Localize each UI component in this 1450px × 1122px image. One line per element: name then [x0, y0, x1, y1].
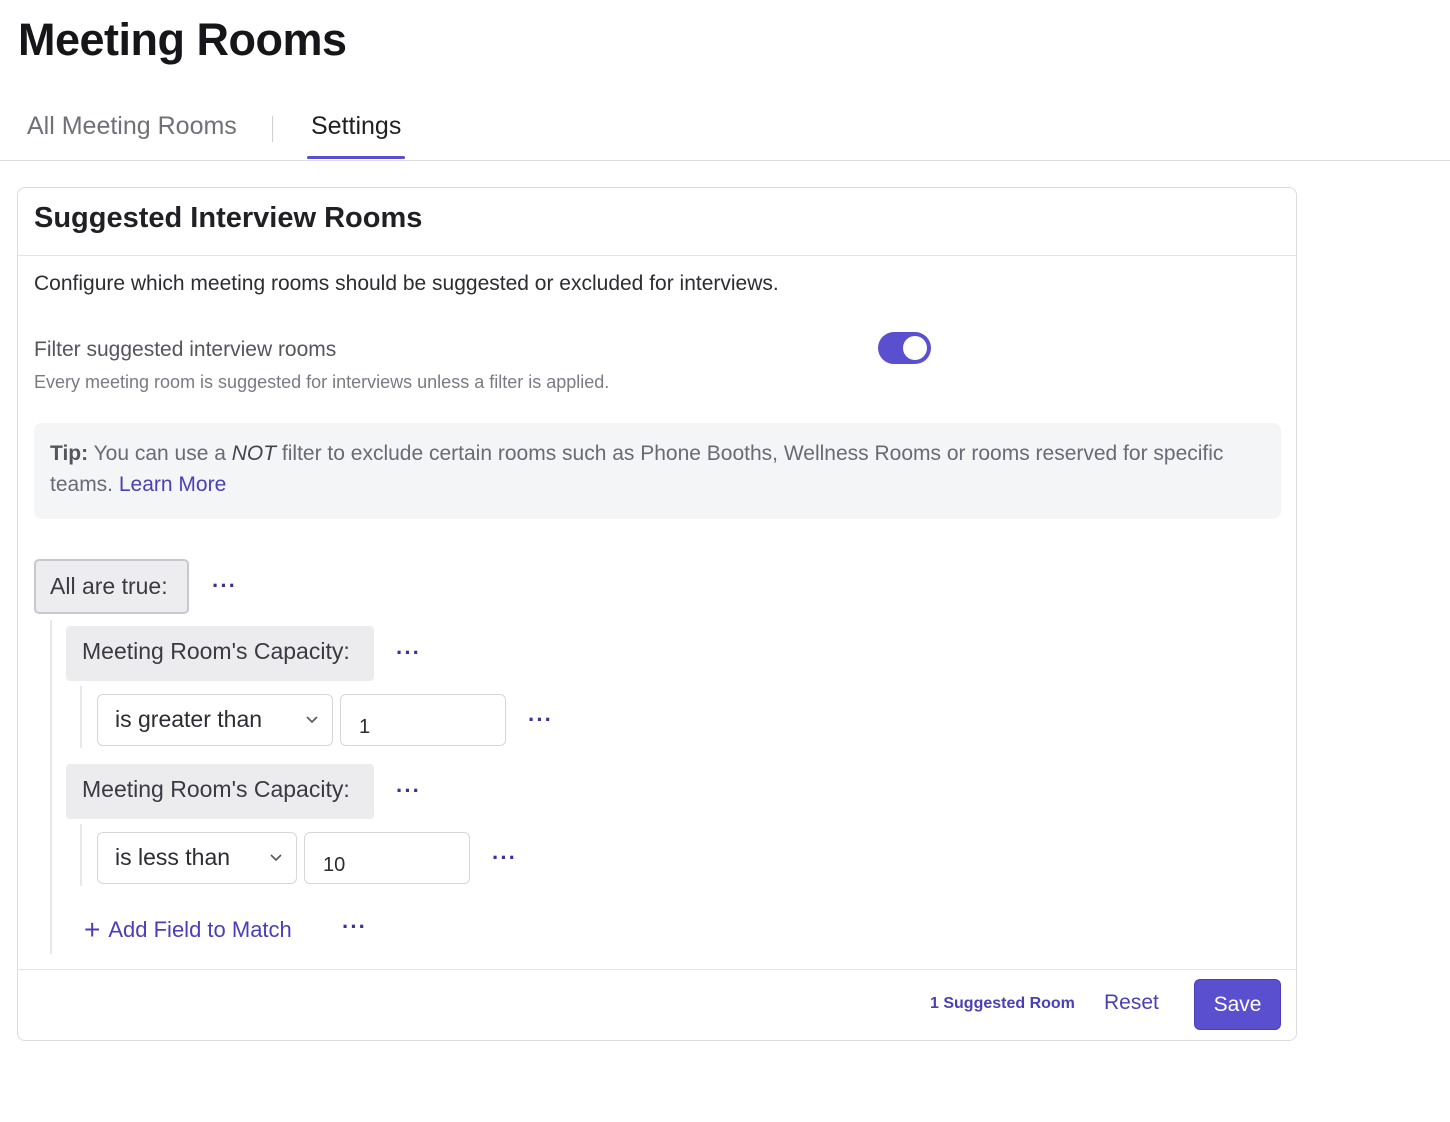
card-header: Suggested Interview Rooms [18, 188, 1296, 256]
operator-select-2-value: is less than [115, 844, 231, 870]
learn-more-link[interactable]: Learn More [119, 473, 226, 496]
chevron-down-icon [270, 854, 282, 862]
tip-text-before: You can use a [88, 442, 232, 465]
operator-select-2[interactable]: is less than [97, 832, 297, 884]
save-button[interactable]: Save [1194, 979, 1281, 1030]
condition-field-1[interactable]: Meeting Room's Capacity: [66, 626, 374, 681]
add-field-label: Add Field to Match [108, 917, 292, 942]
tip-box: Tip: You can use a NOT filter to exclude… [34, 423, 1281, 519]
card-description: Configure which meeting rooms should be … [34, 272, 779, 295]
add-field-button[interactable]: + Add Field to Match [84, 912, 292, 945]
filter-help-text: Every meeting room is suggested for inte… [34, 372, 610, 392]
tab-bar: All Meeting Rooms Settings [0, 98, 1450, 161]
value-input-1[interactable] [340, 694, 506, 746]
tip-prefix: Tip: [50, 442, 89, 465]
chevron-down-icon [306, 716, 318, 724]
card-title: Suggested Interview Rooms [34, 202, 423, 234]
reset-button[interactable]: Reset [1104, 991, 1159, 1015]
tab-settings[interactable]: Settings [311, 112, 401, 141]
active-tab-indicator [307, 156, 405, 159]
toggle-knob [903, 336, 927, 360]
group-more-icon[interactable]: ··· [212, 575, 237, 597]
operator-select-1[interactable]: is greater than [97, 694, 333, 746]
operator-select-1-value: is greater than [115, 706, 263, 732]
value-1-more-icon[interactable]: ··· [528, 709, 553, 731]
tip-emphasis: NOT [231, 442, 277, 465]
filter-toggle[interactable] [878, 332, 931, 364]
suggested-interview-rooms-card: Suggested Interview Rooms Configure whic… [17, 187, 1297, 1041]
add-field-more-icon[interactable]: ··· [342, 916, 367, 938]
condition-1-tree-line [80, 686, 82, 748]
plus-icon: + [84, 914, 101, 945]
condition-2-tree-line [80, 824, 82, 886]
page-title: Meeting Rooms [18, 14, 347, 65]
value-2-more-icon[interactable]: ··· [492, 847, 517, 869]
tab-all-meeting-rooms[interactable]: All Meeting Rooms [27, 112, 237, 141]
value-input-2[interactable] [304, 832, 470, 884]
condition-1-more-icon[interactable]: ··· [396, 642, 421, 664]
suggested-room-count[interactable]: 1 Suggested Room [930, 995, 1075, 1013]
group-tree-line [50, 620, 52, 954]
condition-2-more-icon[interactable]: ··· [396, 780, 421, 802]
condition-field-2[interactable]: Meeting Room's Capacity: [66, 764, 374, 819]
group-operator-button[interactable]: All are true: [34, 559, 189, 614]
card-footer-divider [18, 969, 1296, 970]
tab-divider [272, 116, 273, 142]
filter-label: Filter suggested interview rooms [34, 338, 337, 361]
